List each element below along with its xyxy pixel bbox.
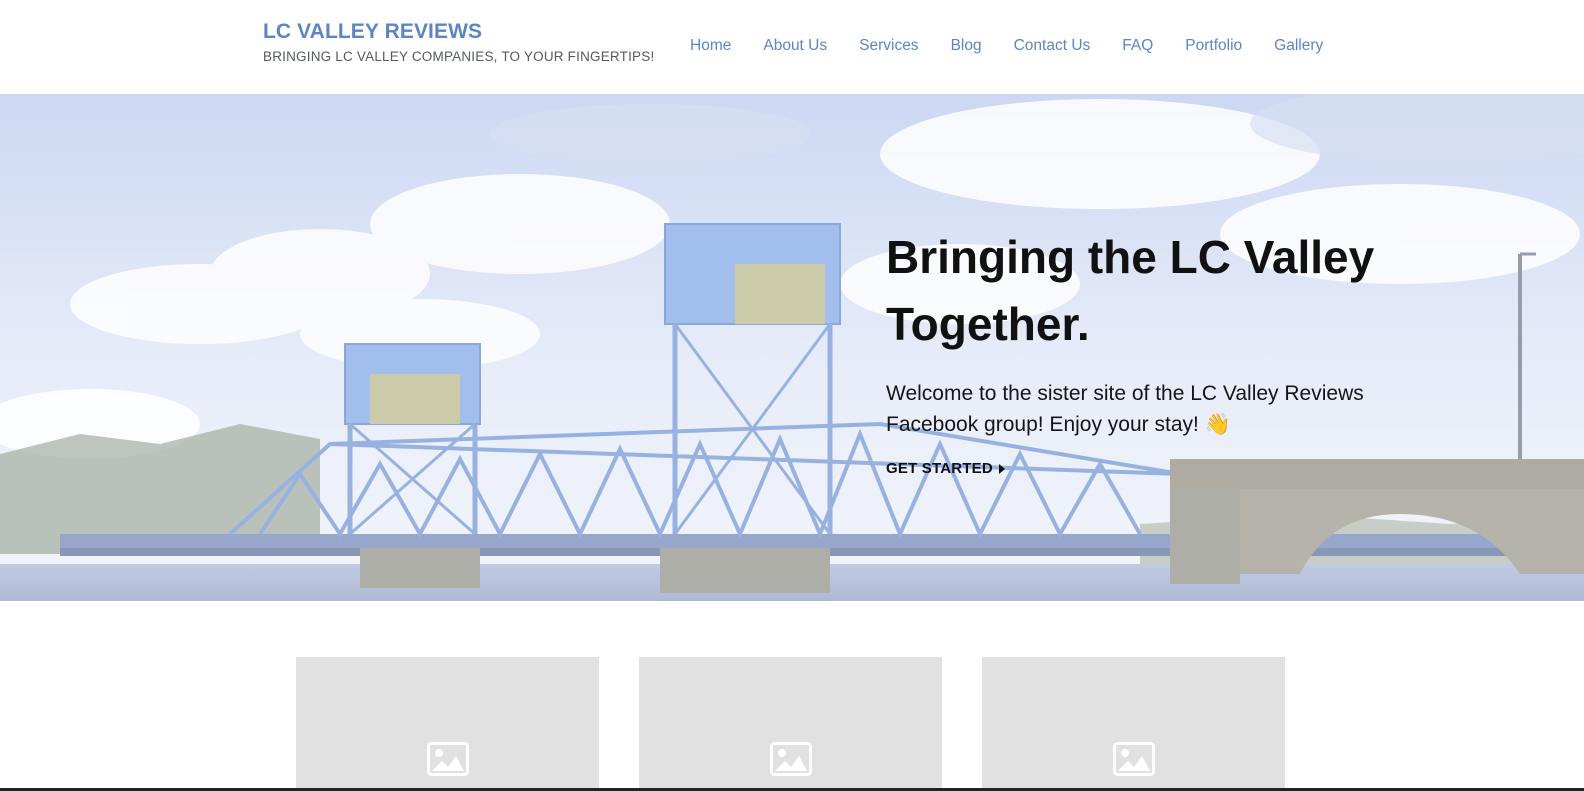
site-title-link[interactable]: LC VALLEY REVIEWS	[263, 20, 654, 44]
hero-content: Bringing the LC Valley Together. Welcome…	[886, 224, 1446, 478]
image-placeholder-icon	[1113, 742, 1155, 776]
site-branding: LC VALLEY REVIEWS BRINGING LC VALLEY COM…	[263, 20, 654, 64]
nav-item-home[interactable]: Home	[690, 37, 731, 55]
nav-item-blog[interactable]: Blog	[951, 37, 982, 55]
image-placeholder-icon	[770, 742, 812, 776]
site-tagline: BRINGING LC VALLEY COMPANIES, TO YOUR FI…	[263, 49, 655, 64]
feature-card[interactable]	[982, 657, 1285, 791]
get-started-button[interactable]: GET STARTED	[886, 460, 1005, 477]
nav-item-services[interactable]: Services	[859, 37, 918, 55]
main-navigation: Home About Us Services Blog Contact Us F…	[690, 37, 1355, 55]
hero-title: Bringing the LC Valley Together.	[886, 231, 1375, 350]
site-header: LC VALLEY REVIEWS BRINGING LC VALLEY COM…	[0, 0, 1584, 94]
arrow-right-icon	[998, 463, 1005, 474]
hero-description: Welcome to the sister site of the LC Val…	[886, 382, 1364, 436]
hero-section: Bringing the LC Valley Together. Welcome…	[0, 94, 1584, 601]
feature-card[interactable]	[639, 657, 942, 791]
nav-item-portfolio[interactable]: Portfolio	[1185, 37, 1242, 55]
get-started-label: GET STARTED	[886, 460, 993, 477]
image-placeholder-icon	[427, 742, 469, 776]
nav-item-gallery[interactable]: Gallery	[1274, 37, 1323, 55]
nav-item-faq[interactable]: FAQ	[1122, 37, 1153, 55]
feature-card[interactable]	[296, 657, 599, 791]
feature-cards	[0, 657, 1584, 791]
nav-item-about-us[interactable]: About Us	[763, 37, 827, 55]
nav-item-contact-us[interactable]: Contact Us	[1014, 37, 1091, 55]
